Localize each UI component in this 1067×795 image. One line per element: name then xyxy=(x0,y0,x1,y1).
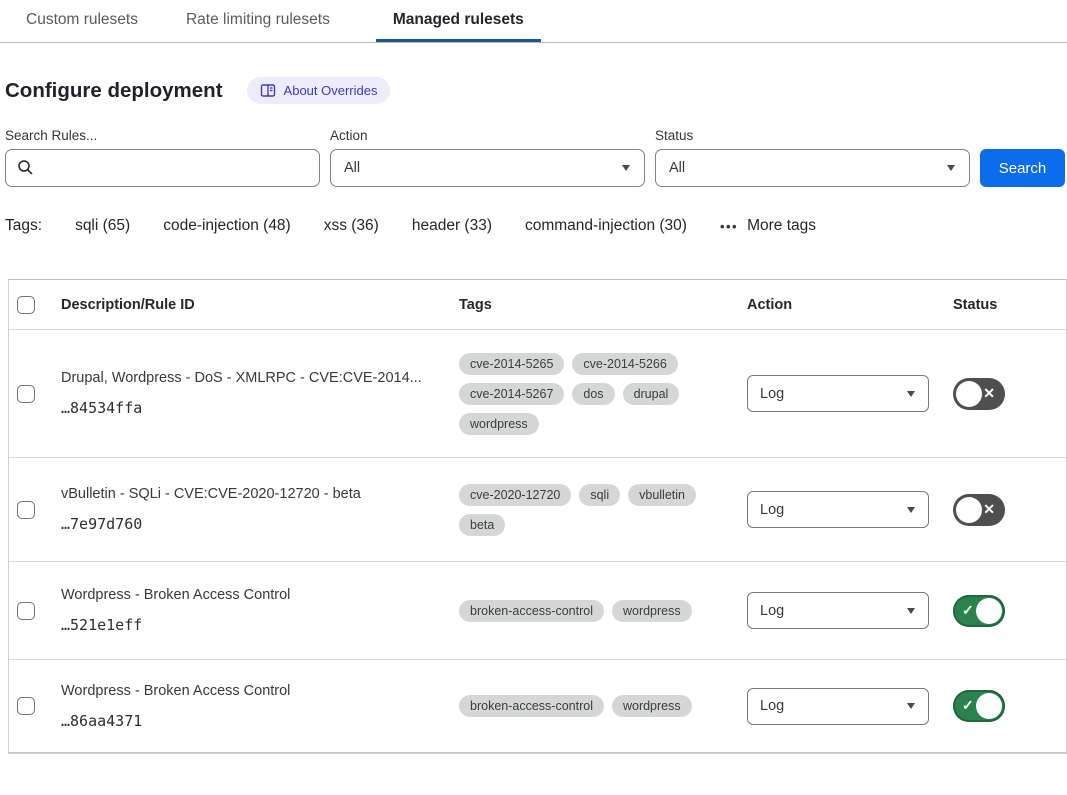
tag-filter-command-injection[interactable]: command-injection (30) xyxy=(525,217,687,235)
action-filter-value: All xyxy=(344,160,360,176)
about-overrides-label: About Overrides xyxy=(284,83,378,98)
tag-pill: dos xyxy=(572,383,614,405)
ellipsis-icon: ••• xyxy=(720,219,738,234)
status-filter-select[interactable]: All xyxy=(655,149,970,187)
rule-title: Wordpress - Broken Access Control xyxy=(61,683,433,699)
rules-table: Description/Rule ID Tags Action Status D… xyxy=(8,279,1067,754)
tag-pill: sqli xyxy=(579,484,620,506)
rule-status-toggle[interactable]: ✓ ✕ xyxy=(953,595,1005,627)
chevron-down-icon xyxy=(907,507,915,513)
rule-title: vBulletin - SQLi - CVE:CVE-2020-12720 - … xyxy=(61,486,433,502)
rule-action-value: Log xyxy=(760,502,784,518)
rule-id: …84534ffa xyxy=(61,399,433,417)
chevron-down-icon xyxy=(907,391,915,397)
tag-pill: wordpress xyxy=(612,600,692,622)
check-icon: ✓ xyxy=(962,697,974,714)
tag-filter-sqli[interactable]: sqli (65) xyxy=(75,217,130,235)
x-icon: ✕ xyxy=(983,501,995,518)
table-header-row: Description/Rule ID Tags Action Status xyxy=(9,280,1066,330)
tag-pill: wordpress xyxy=(612,695,692,717)
toggle-knob xyxy=(976,598,1002,624)
rule-title: Wordpress - Broken Access Control xyxy=(61,587,433,603)
rule-id: …521e1eff xyxy=(61,616,433,634)
rule-action-value: Log xyxy=(760,603,784,619)
status-filter-label: Status xyxy=(655,128,970,143)
status-filter-value: All xyxy=(669,160,685,176)
x-icon: ✕ xyxy=(983,385,995,402)
rule-status-toggle[interactable]: ✓ ✕ xyxy=(953,690,1005,722)
table-row: vBulletin - SQLi - CVE:CVE-2020-12720 - … xyxy=(9,458,1066,562)
tab-managed-rulesets[interactable]: Managed rulesets xyxy=(376,0,541,42)
row-checkbox[interactable] xyxy=(17,602,35,620)
more-tags-button[interactable]: ••• More tags xyxy=(720,217,816,235)
tag-pill: beta xyxy=(459,514,505,536)
chevron-down-icon xyxy=(907,703,915,709)
tag-pill: cve-2014-5267 xyxy=(459,383,564,405)
heading-row: Configure deployment About Overrides xyxy=(5,77,1067,104)
tag-filter-xss[interactable]: xss (36) xyxy=(324,217,379,235)
search-rules-label: Search Rules... xyxy=(5,128,320,143)
col-header-tags: Tags xyxy=(447,297,739,313)
rule-id: …86aa4371 xyxy=(61,712,433,730)
filters-row: Search Rules... Action All Status All Se… xyxy=(5,128,1067,187)
tab-rate-limiting-rulesets[interactable]: Rate limiting rulesets xyxy=(184,0,332,42)
table-row: Wordpress - Broken Access Control …86aa4… xyxy=(9,660,1066,753)
search-button[interactable]: Search xyxy=(980,149,1065,187)
ruleset-tabbar: Custom rulesets Rate limiting rulesets M… xyxy=(0,0,1067,43)
rule-action-select[interactable]: Log xyxy=(747,688,929,725)
col-header-action: Action xyxy=(739,297,941,313)
chevron-down-icon xyxy=(622,165,630,171)
rule-title: Drupal, Wordpress - DoS - XMLRPC - CVE:C… xyxy=(61,370,433,386)
search-rules-input[interactable] xyxy=(5,149,320,187)
rule-action-select[interactable]: Log xyxy=(747,375,929,412)
toggle-knob xyxy=(976,693,1002,719)
book-icon xyxy=(260,83,276,98)
table-row: Drupal, Wordpress - DoS - XMLRPC - CVE:C… xyxy=(9,330,1066,458)
about-overrides-badge[interactable]: About Overrides xyxy=(247,77,391,104)
action-filter-label: Action xyxy=(330,128,645,143)
select-all-checkbox[interactable] xyxy=(17,296,35,314)
row-checkbox[interactable] xyxy=(17,697,35,715)
page-title: Configure deployment xyxy=(5,79,223,103)
rule-status-toggle[interactable]: ✓ ✕ xyxy=(953,378,1005,410)
rule-action-value: Log xyxy=(760,698,784,714)
action-filter-select[interactable]: All xyxy=(330,149,645,187)
rule-action-select[interactable]: Log xyxy=(747,592,929,629)
chevron-down-icon xyxy=(907,608,915,614)
row-checkbox[interactable] xyxy=(17,501,35,519)
chevron-down-icon xyxy=(947,165,955,171)
tag-pill: broken-access-control xyxy=(459,695,604,717)
tag-pill: broken-access-control xyxy=(459,600,604,622)
rule-id: …7e97d760 xyxy=(61,515,433,533)
toggle-knob xyxy=(956,497,982,523)
tag-filter-header[interactable]: header (33) xyxy=(412,217,492,235)
check-icon: ✓ xyxy=(962,602,974,619)
rule-action-value: Log xyxy=(760,386,784,402)
toggle-knob xyxy=(956,381,982,407)
more-tags-label: More tags xyxy=(747,217,816,235)
tag-pill: cve-2014-5265 xyxy=(459,353,564,375)
tab-custom-rulesets[interactable]: Custom rulesets xyxy=(24,0,140,42)
tag-pill: cve-2014-5266 xyxy=(572,353,677,375)
rule-action-select[interactable]: Log xyxy=(747,491,929,528)
table-row: Wordpress - Broken Access Control …521e1… xyxy=(9,562,1066,660)
search-icon xyxy=(17,159,34,181)
tag-filter-code-injection[interactable]: code-injection (48) xyxy=(163,217,291,235)
tag-pill: cve-2020-12720 xyxy=(459,484,571,506)
col-header-status: Status xyxy=(941,297,1066,313)
tag-pill: vbulletin xyxy=(628,484,696,506)
tag-pill: drupal xyxy=(623,383,680,405)
tag-pill: wordpress xyxy=(459,413,539,435)
row-checkbox[interactable] xyxy=(17,385,35,403)
tags-bar-label: Tags: xyxy=(5,217,42,235)
tags-bar: Tags: sqli (65) code-injection (48) xss … xyxy=(5,217,1067,235)
rule-status-toggle[interactable]: ✓ ✕ xyxy=(953,494,1005,526)
col-header-description: Description/Rule ID xyxy=(53,297,447,313)
